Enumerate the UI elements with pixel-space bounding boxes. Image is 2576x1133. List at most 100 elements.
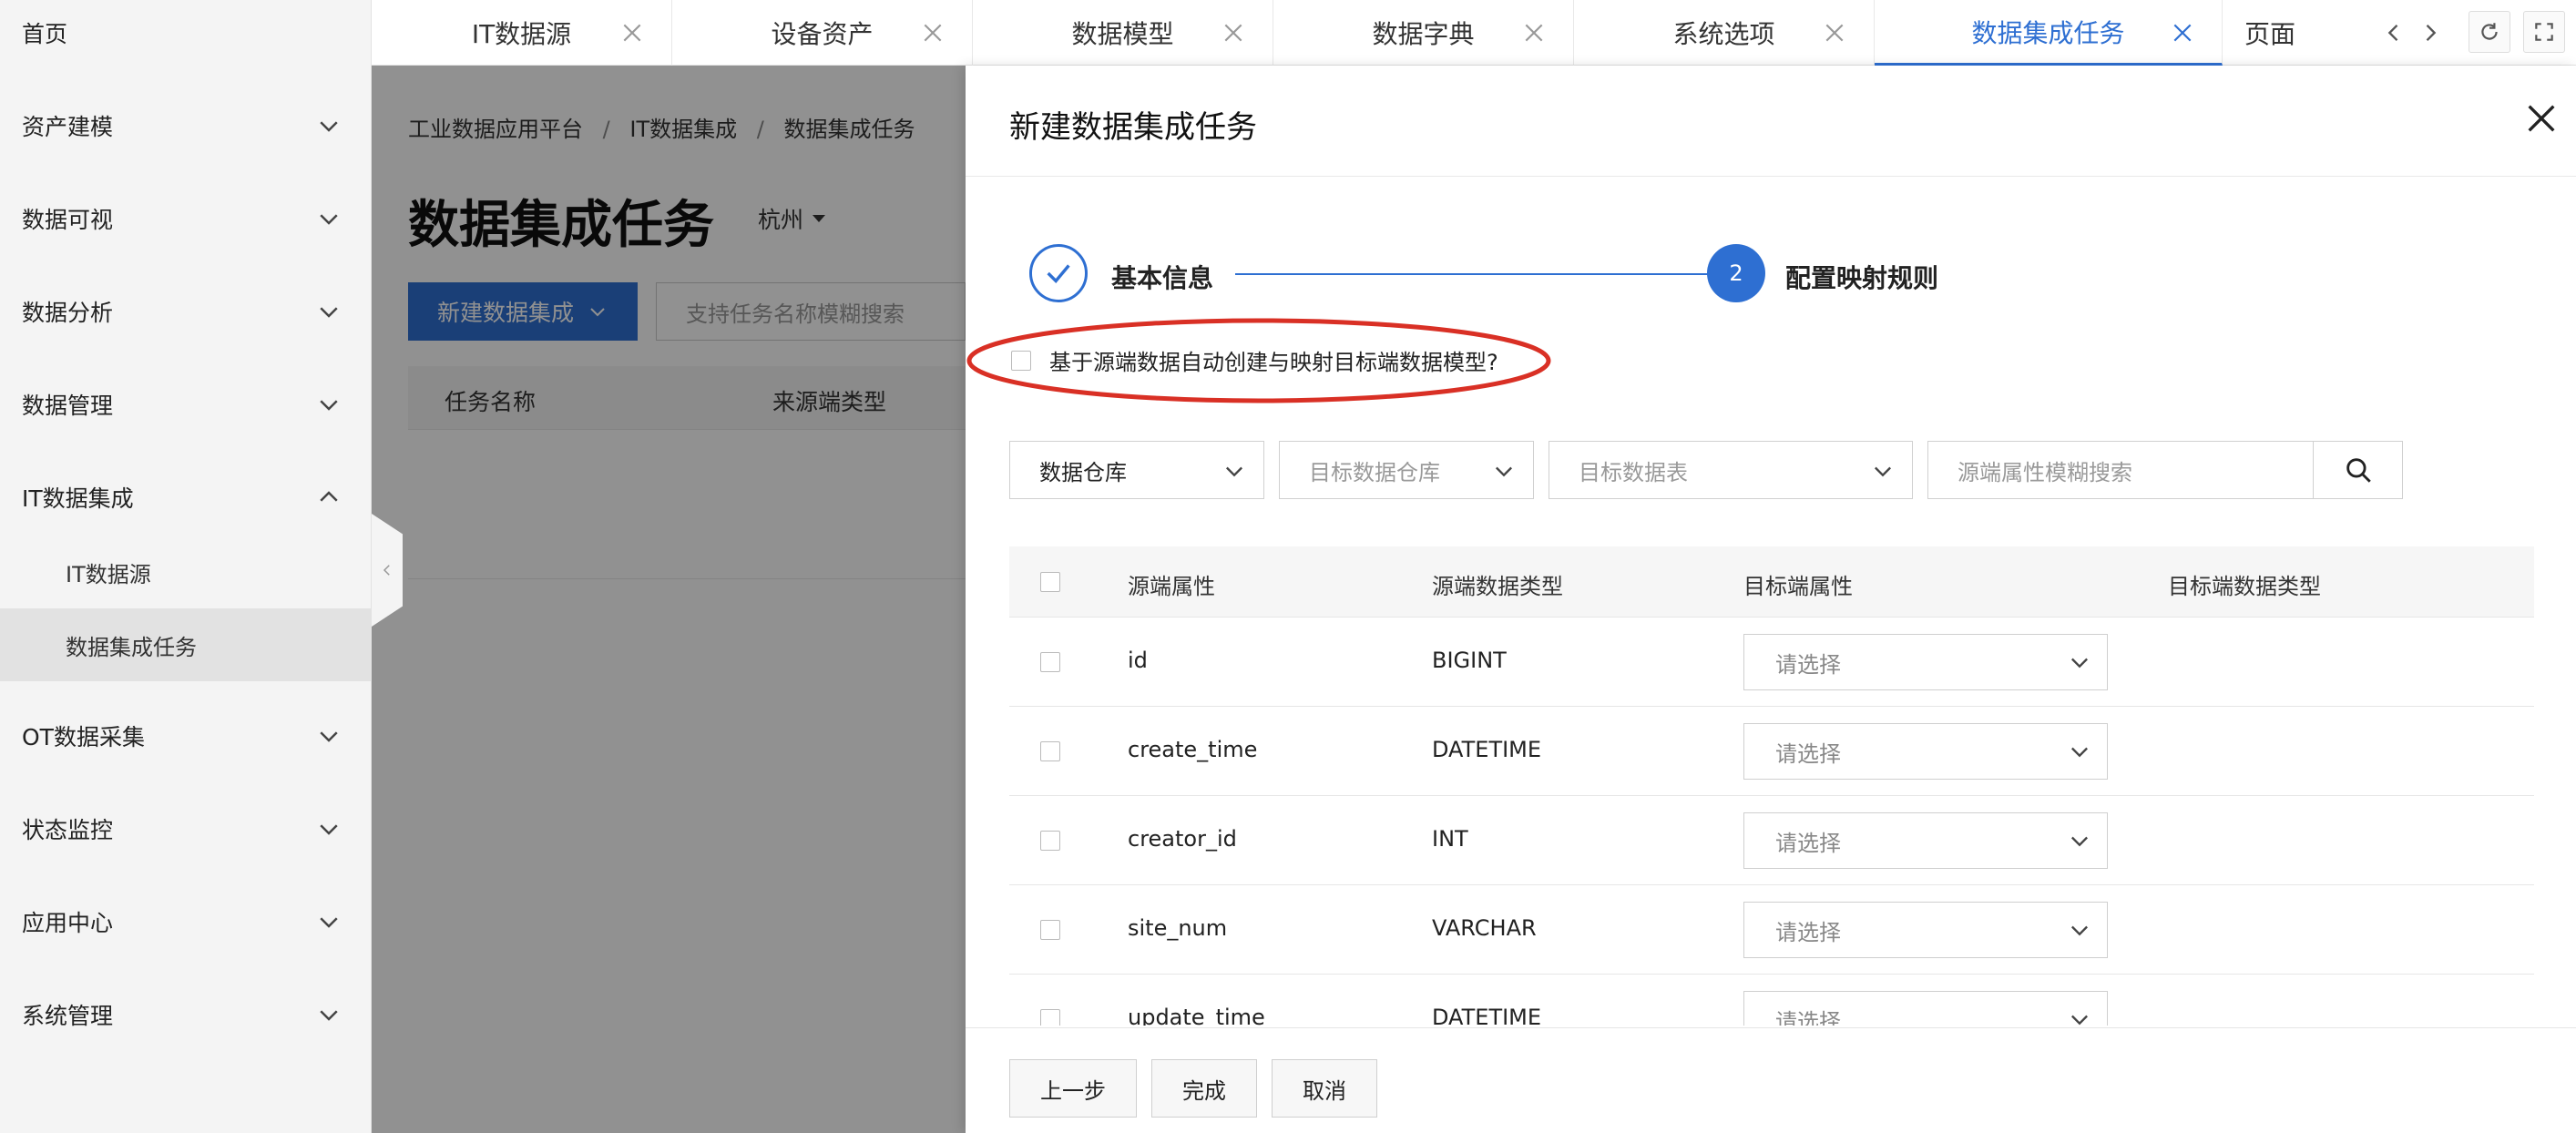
close-icon[interactable] [1522,21,1546,45]
target-attr-select[interactable]: 请选择 [1743,723,2108,780]
chevron-down-icon [320,214,338,225]
chevron-down-icon [320,824,338,835]
table-row: update_time DATETIME 请选择 [1009,975,2534,1026]
column-header: 源端属性 [1128,574,1215,599]
chevron-down-icon [320,307,338,318]
select-placeholder: 请选择 [1775,1008,1841,1026]
source-attr: id [1128,648,1148,673]
source-warehouse-select[interactable]: 数据仓库 [1009,441,1264,499]
step-2-indicator: 2 [1707,244,1765,302]
tab-page[interactable]: 页面 [2223,0,2377,66]
search-button[interactable] [2314,441,2403,499]
sidebar-item-label: 应用中心 [22,910,114,936]
row-checkbox[interactable] [1040,831,1060,851]
row-checkbox[interactable] [1040,741,1060,761]
chevron-down-icon [2071,925,2088,936]
target-warehouse-select[interactable]: 目标数据仓库 [1279,441,1534,499]
chevron-down-icon [2071,836,2088,847]
source-type: DATETIME [1432,1005,1542,1026]
chevron-down-icon [1875,466,1891,477]
chevron-down-icon [320,917,338,928]
tab-system-options[interactable]: 系统选项 [1574,0,1875,66]
tab-data-dictionary[interactable]: 数据字典 [1273,0,1574,66]
table-row: create_time DATETIME 请选择 [1009,707,2534,796]
table-row: site_num VARCHAR 请选择 [1009,885,2534,975]
table-row: id BIGINT 请选择 [1009,618,2534,707]
fullscreen-icon [2535,23,2553,41]
chevron-down-icon [1226,466,1242,477]
cancel-button[interactable]: 取消 [1272,1059,1377,1118]
source-attr: create_time [1128,737,1258,762]
column-header: 目标端数据类型 [2168,574,2321,599]
target-attr-select[interactable]: 请选择 [1743,634,2108,690]
source-attr-search-input[interactable]: 源端属性模糊搜索 [1927,441,2314,499]
sidebar-item-status-monitor[interactable]: 状态监控 [0,801,372,856]
mapping-table-header: 源端属性 源端数据类型 目标端属性 目标端数据类型 [1009,546,2534,618]
close-icon[interactable] [2171,21,2194,45]
tab-bar: IT数据源 设备资产 数据模型 数据字典 系统选项 数据集成任务 页面 [372,0,2576,66]
row-checkbox[interactable] [1040,920,1060,940]
sidebar-item-ot-collection[interactable]: OT数据采集 [0,709,372,763]
target-attr-select[interactable]: 请选择 [1743,991,2108,1026]
chevron-down-icon [2071,658,2088,669]
column-header: 目标端属性 [1743,574,1853,599]
sidebar-item-app-center[interactable]: 应用中心 [0,894,372,949]
close-icon[interactable] [1823,21,1846,45]
select-value: 数据仓库 [1039,459,1127,485]
select-placeholder: 请选择 [1775,830,1841,856]
sidebar-subitem-integration-task[interactable]: 数据集成任务 [0,608,372,681]
finish-button[interactable]: 完成 [1151,1059,1257,1118]
sidebar-item-system-management[interactable]: 系统管理 [0,987,372,1042]
checkmark-icon [1047,264,1070,284]
chevron-right-icon[interactable] [2418,20,2443,46]
chevron-down-icon [320,121,338,132]
sidebar-subitem-it-datasource[interactable]: IT数据源 [0,536,372,608]
target-attr-select[interactable]: 请选择 [1743,902,2108,958]
tab-label: 数据集成任务 [1971,17,2125,48]
modal-overlay[interactable] [372,66,966,1133]
sidebar-item-label: OT数据采集 [22,724,145,750]
chevron-down-icon [2071,1015,2088,1026]
source-attr: creator_id [1128,826,1237,852]
select-placeholder: 请选择 [1775,651,1841,678]
tab-label: 页面 [2244,19,2296,49]
fullscreen-button[interactable] [2523,11,2565,53]
select-all-checkbox[interactable] [1040,572,1060,592]
sidebar-item-label: 资产建模 [22,114,114,140]
source-attr: site_num [1128,915,1228,941]
close-icon[interactable] [921,21,945,45]
sidebar-item-label: 状态监控 [22,817,114,843]
drawer-title: 新建数据集成任务 [1009,109,1257,146]
source-type: DATETIME [1432,737,1542,762]
row-checkbox[interactable] [1040,1009,1060,1026]
sidebar-item-data-management[interactable]: 数据管理 [0,377,372,432]
close-icon[interactable] [2523,100,2560,137]
tab-integration-task[interactable]: 数据集成任务 [1875,0,2223,66]
tab-label: 设备资产 [771,19,874,49]
tab-it-datasource[interactable]: IT数据源 [372,0,672,66]
annotation-ellipse [966,318,1551,403]
create-task-drawer: 新建数据集成任务 基本信息 2 配置映射规则 基于源端数据自动创建与映射目标端数… [966,66,2576,1133]
target-attr-select[interactable]: 请选择 [1743,812,2108,869]
chevron-left-icon[interactable] [2381,20,2407,46]
sidebar-item-home[interactable]: 首页 [22,16,67,49]
mapping-table: 源端属性 源端数据类型 目标端属性 目标端数据类型 id BIGINT 请选择 … [1009,546,2534,1026]
sidebar-item-data-visual[interactable]: 数据可视 [0,191,372,246]
tab-data-model[interactable]: 数据模型 [973,0,1273,66]
target-table-select[interactable]: 目标数据表 [1549,441,1913,499]
sidebar-item-asset-modeling[interactable]: 资产建模 [0,98,372,153]
select-placeholder: 请选择 [1775,919,1841,945]
row-checkbox[interactable] [1040,652,1060,672]
sidebar: 首页 资产建模 数据可视 数据分析 数据管理 IT数据集成 IT数据源 数据集成… [0,0,372,1133]
sidebar-item-it-integration[interactable]: IT数据集成 [0,470,372,525]
refresh-button[interactable] [2469,11,2510,53]
chevron-left-icon [383,565,390,576]
sidebar-item-data-analysis[interactable]: 数据分析 [0,284,372,339]
select-placeholder: 目标数据仓库 [1309,459,1440,485]
tab-device-assets[interactable]: 设备资产 [672,0,973,66]
close-icon[interactable] [1222,21,1245,45]
close-icon[interactable] [620,21,644,45]
chevron-down-icon [320,1010,338,1021]
table-row: creator_id INT 请选择 [1009,796,2534,885]
previous-step-button[interactable]: 上一步 [1009,1059,1137,1118]
